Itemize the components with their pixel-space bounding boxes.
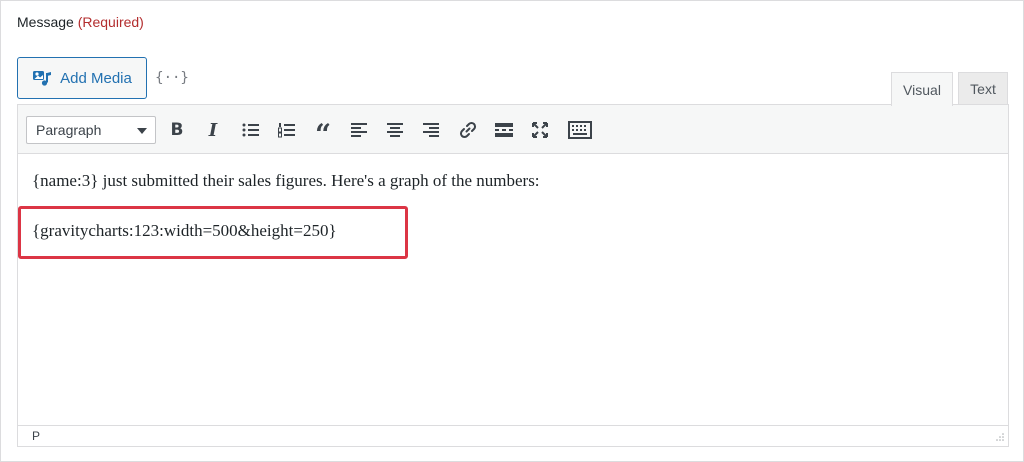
bold-button[interactable]: B: [164, 117, 190, 143]
add-media-button[interactable]: Add Media: [17, 57, 147, 99]
align-center-icon: [387, 123, 403, 137]
format-select-value: Paragraph: [36, 122, 102, 138]
align-right-icon: [423, 123, 439, 137]
content-paragraph-1: {name:3} just submitted their sales figu…: [32, 171, 540, 190]
fullscreen-icon: [532, 122, 548, 138]
numbered-list-button[interactable]: [274, 117, 300, 143]
highlight-annotation: [18, 206, 408, 259]
link-icon: [459, 121, 477, 139]
align-left-icon: [351, 123, 367, 137]
add-media-label: Add Media: [60, 69, 132, 87]
align-center-button[interactable]: [382, 117, 408, 143]
align-right-button[interactable]: [418, 117, 444, 143]
read-more-icon: [495, 123, 513, 137]
toolbar-toggle-button[interactable]: [565, 117, 595, 143]
field-label-text: Message: [17, 14, 74, 30]
italic-button[interactable]: I: [200, 117, 226, 143]
tab-text[interactable]: Text: [958, 72, 1008, 105]
merge-tags-button[interactable]: {··}: [155, 65, 189, 91]
tab-visual[interactable]: Visual: [891, 72, 953, 106]
editor-toolbar: Paragraph B I “: [18, 105, 1008, 154]
media-icon: [32, 69, 52, 87]
message-field: Message (Required) Add Media {··} Visual…: [0, 0, 1024, 462]
rich-text-editor: Paragraph B I “ {name:3} just submitted …: [17, 104, 1009, 447]
resize-handle-icon[interactable]: [994, 433, 1004, 443]
insert-link-button[interactable]: [455, 117, 481, 143]
chevron-down-icon: [137, 128, 147, 134]
bulleted-list-button[interactable]: [238, 117, 264, 143]
read-more-button[interactable]: [491, 117, 517, 143]
bulleted-list-icon: [242, 123, 259, 137]
keyboard-icon: [568, 121, 592, 139]
blockquote-button[interactable]: “: [310, 117, 336, 149]
numbered-list-icon: [278, 123, 295, 138]
field-label: Message (Required): [17, 14, 144, 30]
editor-statusbar: P: [18, 425, 1008, 446]
editor-content[interactable]: {name:3} just submitted their sales figu…: [18, 155, 1008, 425]
required-indicator: (Required): [77, 14, 144, 30]
fullscreen-button[interactable]: [527, 117, 553, 143]
format-select[interactable]: Paragraph: [26, 116, 156, 144]
align-left-button[interactable]: [346, 117, 372, 143]
element-path[interactable]: P: [32, 429, 40, 443]
